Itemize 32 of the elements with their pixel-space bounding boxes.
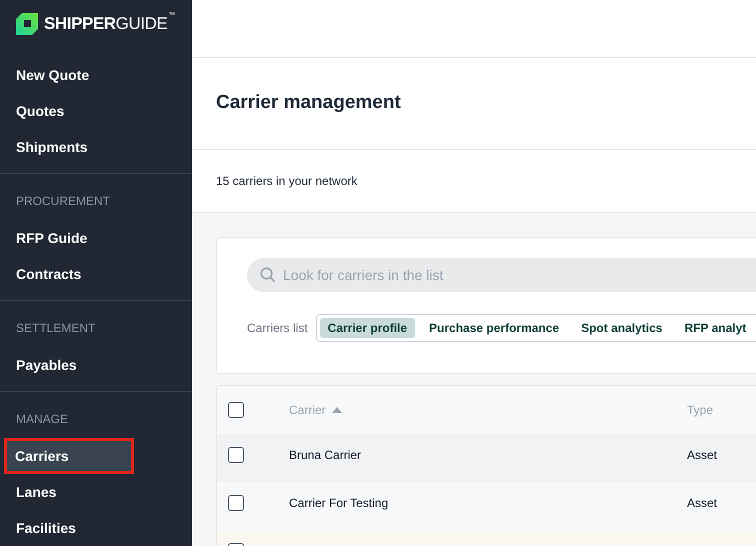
nav-item[interactable]: New Quote (0, 57, 192, 93)
table-cell: Asset (687, 495, 718, 511)
view-tab[interactable]: RFP analyt (676, 318, 754, 338)
sort-up-icon (332, 407, 342, 413)
view-tab[interactable]: Purchase performance (421, 318, 568, 338)
nav-item[interactable]: Carriers (4, 438, 134, 474)
search-icon (259, 266, 277, 284)
view-tab[interactable]: Carrier profile (320, 318, 416, 338)
table-cell-text: Carrier For Testing (289, 495, 390, 511)
checkbox[interactable] (228, 495, 244, 511)
nav-item[interactable]: Quotes (0, 93, 192, 129)
section-heading: MANAGE (15, 411, 70, 428)
search-field[interactable]: Look for carriers in the list (247, 258, 756, 292)
section-heading: SETTLEMENT (15, 320, 96, 337)
checkbox[interactable] (228, 402, 244, 418)
nav-item[interactable]: Contracts (0, 256, 192, 292)
nav-item[interactable]: Lanes (0, 474, 192, 510)
search-input[interactable]: Look for carriers in the list (283, 264, 756, 286)
logo-icon (16, 12, 38, 34)
checkbox[interactable] (228, 447, 244, 463)
carrier-count: 15 carriers in your network (216, 173, 358, 190)
nav-item[interactable]: RFP Guide (0, 220, 192, 256)
view-tab[interactable]: Spot analytics (573, 318, 670, 338)
page-title: Carrier management (216, 91, 401, 116)
table-cell: Asset (687, 447, 718, 463)
view-label: Carriers list (247, 320, 308, 337)
nav-item[interactable]: Facilities (0, 510, 192, 546)
table-row[interactable]: Bruna Carrier Asset (217, 434, 756, 482)
nav-item[interactable]: Shipments (0, 129, 192, 165)
nav-item[interactable]: Payables (0, 347, 192, 383)
section-heading: PROCUREMENT (15, 193, 112, 210)
table-cell-text: Bruna Carrier (289, 447, 362, 463)
